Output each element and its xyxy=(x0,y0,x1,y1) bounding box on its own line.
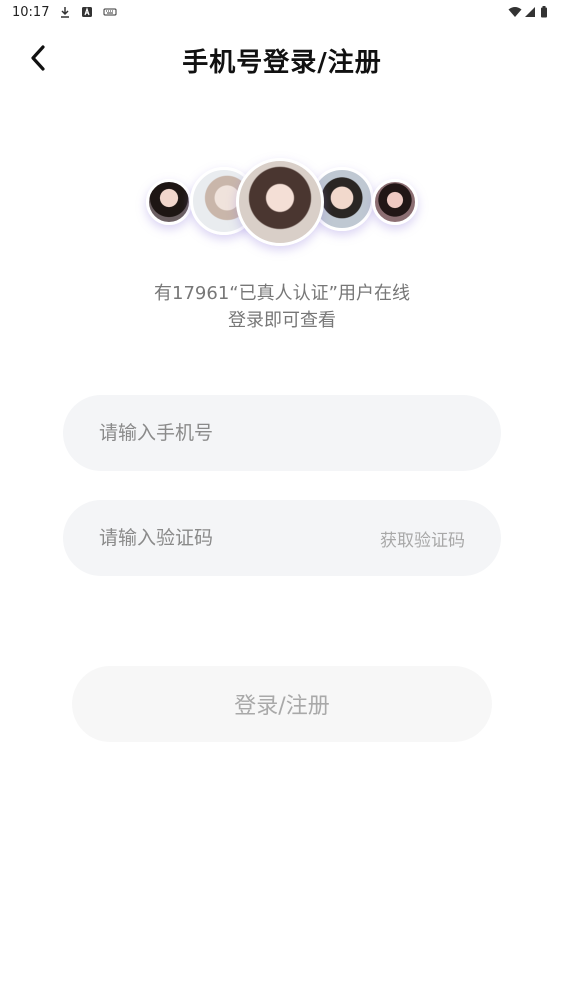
keyboard-icon xyxy=(103,6,117,18)
online-count-text: 有17961“已真人认证”用户在线 xyxy=(154,283,410,304)
avatar-group xyxy=(0,155,564,251)
avatar xyxy=(146,179,192,225)
download-icon xyxy=(59,6,71,18)
a-badge-icon xyxy=(81,6,93,18)
phone-field xyxy=(63,395,501,471)
login-page: 10:17 手机号登录/注册 有17961“已真人认证”用户在线 登录即可查看 … xyxy=(0,0,564,1004)
status-time: 10:17 xyxy=(12,4,50,20)
page-title: 手机号登录/注册 xyxy=(182,47,382,78)
code-field: 获取验证码 xyxy=(63,500,501,576)
avatar xyxy=(372,179,418,225)
avatar xyxy=(236,158,324,246)
online-info: 有17961“已真人认证”用户在线 登录即可查看 xyxy=(0,280,564,334)
login-register-button[interactable]: 登录/注册 xyxy=(72,666,492,742)
login-hint-text: 登录即可查看 xyxy=(228,310,336,331)
status-bar-right xyxy=(508,6,552,18)
chevron-left-icon xyxy=(28,44,48,76)
back-button[interactable] xyxy=(24,44,52,76)
header: 手机号登录/注册 xyxy=(0,36,564,84)
verification-code-input[interactable] xyxy=(99,527,359,549)
wifi-icon xyxy=(508,6,522,18)
phone-input[interactable] xyxy=(99,422,359,444)
battery-icon xyxy=(540,6,552,18)
status-bar: 10:17 xyxy=(0,0,564,24)
signal-icon xyxy=(524,6,536,18)
status-bar-left: 10:17 xyxy=(12,4,117,20)
get-code-button[interactable]: 获取验证码 xyxy=(380,526,465,551)
